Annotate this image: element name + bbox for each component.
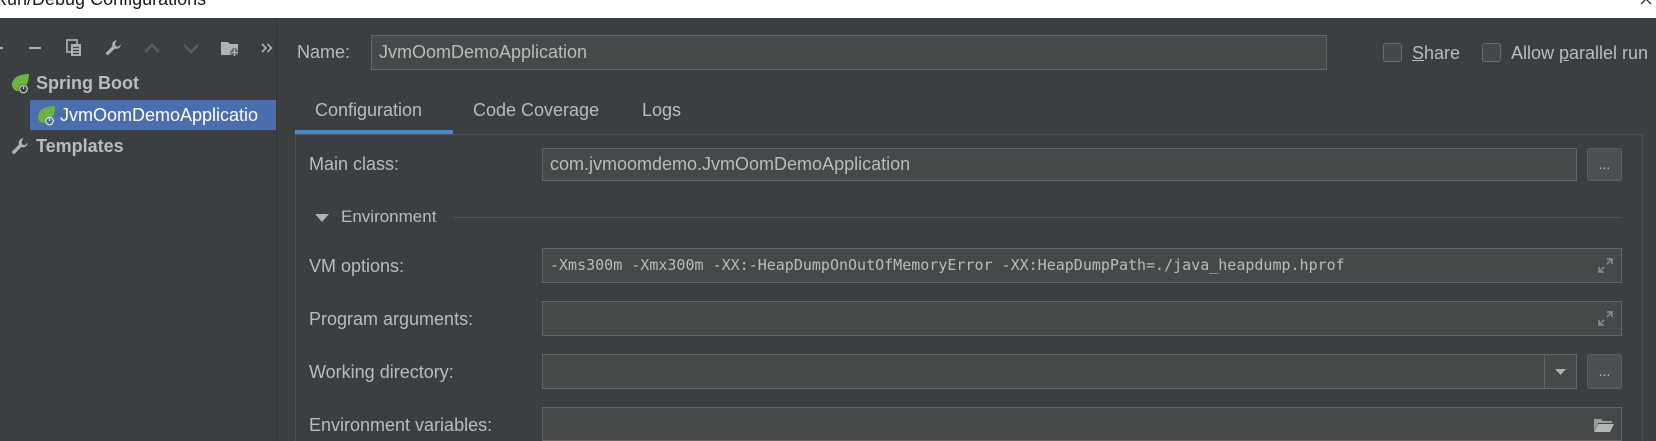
vm-options-value: -Xms300m -Xmx300m -XX:-HeapDumpOnOutOfMe… <box>550 256 1345 274</box>
working-directory-label: Working directory: <box>309 362 454 382</box>
tree-group-spring-boot[interactable]: Spring Boot <box>0 70 276 97</box>
tab-configuration[interactable]: Configuration <box>295 88 442 132</box>
share-checkbox-box <box>1383 43 1402 62</box>
mnemonic-underline: S <box>1412 43 1425 63</box>
arrow-up-icon[interactable] <box>142 38 162 58</box>
working-directory-combobox[interactable] <box>542 354 1577 389</box>
mnemonic-underline: p <box>1559 43 1570 63</box>
main-class-value: com.jvmoomdemo.JvmOomDemoApplication <box>550 154 911 174</box>
more-chevrons-icon[interactable] <box>257 38 276 58</box>
share-checkbox[interactable]: Share <box>1383 40 1463 65</box>
spring-boot-icon <box>9 72 32 95</box>
share-label: Share <box>1412 43 1461 63</box>
vm-options-input[interactable]: -Xms300m -Xmx300m -XX:-HeapDumpOnOutOfMe… <box>542 248 1622 283</box>
configurations-toolbar <box>0 18 276 62</box>
tree-group-label: Spring Boot <box>36 73 139 93</box>
name-value: JvmOomDemoApplication <box>379 42 588 62</box>
tree-group-label: Templates <box>36 136 124 156</box>
allow-parallel-run-checkbox-box <box>1482 43 1501 62</box>
selected-tab-indicator <box>295 130 453 134</box>
plus-icon[interactable] <box>0 38 6 58</box>
environment-collapse-icon[interactable] <box>314 211 330 223</box>
tree-item-configuration[interactable]: JvmOomDemoApplicatio <box>30 100 276 130</box>
main-class-browse-button[interactable]: ... <box>1587 148 1622 181</box>
tab-code-coverage[interactable]: Code Coverage <box>453 88 619 132</box>
tab-logs[interactable]: Logs <box>622 88 701 132</box>
dialog-title-bar: Run/Debug Configurations <box>0 0 1656 18</box>
environment-section-title[interactable]: Environment <box>341 206 436 228</box>
wrench-icon <box>9 136 30 157</box>
minus-icon[interactable] <box>25 38 45 58</box>
name-label: Name: <box>297 42 351 62</box>
wrench-icon[interactable] <box>103 38 123 58</box>
program-arguments-input[interactable] <box>542 301 1622 336</box>
arrow-down-icon[interactable] <box>181 38 201 58</box>
main-class-input[interactable]: com.jvmoomdemo.JvmOomDemoApplication <box>542 148 1577 181</box>
expand-icon[interactable] <box>1596 309 1615 328</box>
environment-separator <box>454 217 1621 218</box>
program-arguments-label: Program arguments: <box>309 309 474 329</box>
working-directory-browse-button[interactable]: ... <box>1587 354 1622 389</box>
tree-item-label: JvmOomDemoApplicatio <box>60 105 259 125</box>
dialog-title: Run/Debug Configurations <box>0 0 206 8</box>
main-class-label: Main class: <box>309 154 400 174</box>
folder-icon[interactable] <box>1593 417 1615 433</box>
name-input[interactable]: JvmOomDemoApplication <box>371 35 1327 70</box>
environment-variables-label: Environment variables: <box>309 415 493 435</box>
folder-add-icon[interactable] <box>220 38 240 58</box>
configurations-panel: Spring Boot JvmOomDemoApplicatio Templat… <box>0 18 277 441</box>
vm-options-label: VM options: <box>309 256 405 276</box>
expand-icon[interactable] <box>1596 256 1615 275</box>
allow-parallel-run-checkbox[interactable]: Allow parallel run <box>1482 40 1656 65</box>
close-icon[interactable] <box>1640 0 1652 5</box>
allow-parallel-run-label: Allow parallel run <box>1511 43 1649 63</box>
dropdown-arrow-icon[interactable] <box>1544 355 1576 388</box>
copy-icon[interactable] <box>64 38 84 58</box>
environment-variables-input[interactable] <box>542 407 1622 441</box>
spring-boot-icon <box>35 104 58 127</box>
tree-group-templates[interactable]: Templates <box>0 133 276 160</box>
